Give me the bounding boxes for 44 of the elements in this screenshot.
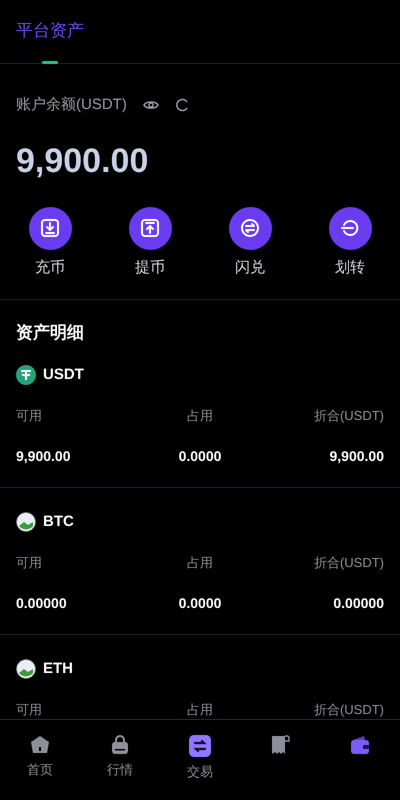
column-label: 可用 xyxy=(16,554,43,572)
refresh-icon[interactable] xyxy=(174,98,189,112)
column-label: 占用 xyxy=(186,554,214,572)
balance-label: 账户余额(USDT) xyxy=(16,95,127,115)
column-label: 可用 xyxy=(16,701,43,719)
column-label: 可用 xyxy=(16,407,43,425)
action-button[interactable]: 充币 xyxy=(0,206,100,279)
bag-icon xyxy=(109,734,131,756)
home-icon xyxy=(29,734,51,756)
coin-name: USDT xyxy=(43,364,84,384)
nav-item[interactable]: 交易 xyxy=(160,734,240,782)
download-icon xyxy=(40,218,60,238)
column-label: 占用 xyxy=(186,701,214,719)
action-button[interactable]: 划转 xyxy=(300,206,400,279)
asset-value: 9,900.00 xyxy=(16,446,72,466)
receipt-icon xyxy=(269,734,291,756)
column-label: 折合(USDT) xyxy=(312,554,384,572)
section-title: 资产明细 xyxy=(15,322,85,344)
column-label: 折合(USDT) xyxy=(312,701,384,719)
wallet-icon xyxy=(349,734,371,756)
asset-value: 9,900.00 xyxy=(328,446,384,466)
balance-amount: 9,900.00 xyxy=(15,140,150,180)
column-label: 折合(USDT) xyxy=(312,407,384,425)
coin-name: BTC xyxy=(43,512,74,532)
action-button[interactable]: 闪兑 xyxy=(200,206,300,279)
upload-icon xyxy=(140,218,160,238)
asset-value: 0.00000 xyxy=(332,594,384,612)
transfer-icon xyxy=(340,218,360,238)
asset-value: 0.00000 xyxy=(16,594,68,612)
tab[interactable]: 平台资产 xyxy=(16,0,84,64)
asset-value: 0.0000 xyxy=(178,446,222,466)
asset-value: 0.0000 xyxy=(178,594,222,612)
tab-indicator xyxy=(42,61,58,64)
swap-icon xyxy=(240,218,260,238)
nav-item[interactable]: 首页 xyxy=(0,734,80,780)
broken-image-icon xyxy=(16,658,36,679)
nav-item[interactable]: 行情 xyxy=(80,734,160,780)
coin-name: ETH xyxy=(43,658,73,678)
column-label: 占用 xyxy=(186,407,214,425)
broken-image-icon xyxy=(16,512,36,532)
eye-icon[interactable] xyxy=(142,99,159,112)
action-button[interactable]: 提币 xyxy=(100,206,200,279)
coin-icon xyxy=(16,364,36,385)
exchange-icon xyxy=(188,734,212,758)
